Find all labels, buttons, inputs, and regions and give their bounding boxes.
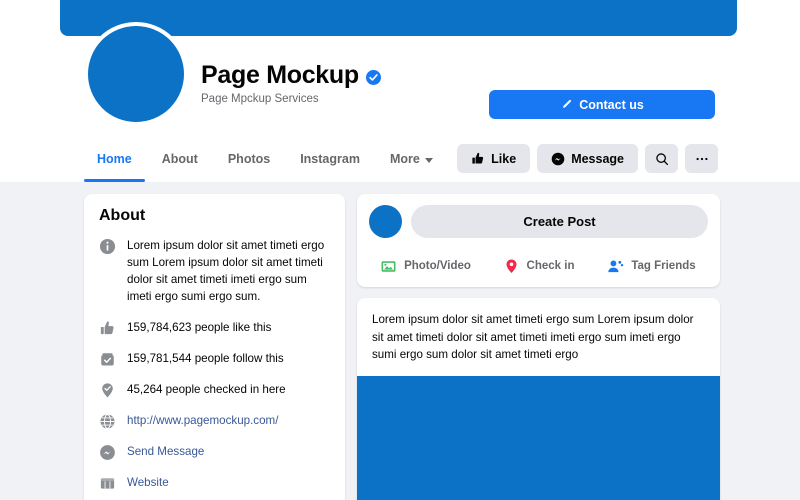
about-send-message-link[interactable]: Send Message — [127, 443, 204, 460]
tab-home[interactable]: Home — [84, 136, 145, 182]
about-likes-row: 159,784,623 people like this — [99, 319, 330, 337]
post-card: Lorem ipsum dolor sit amet timeti ergo s… — [357, 298, 720, 500]
create-post-card: Create Post Photo/Video Check in Tag Fri… — [357, 194, 720, 287]
about-follows-count: 159,781,544 people follow this — [127, 351, 284, 365]
page-action-buttons: Like Message — [457, 144, 718, 173]
messenger-icon — [99, 444, 116, 461]
tab-about-label: About — [161, 152, 198, 166]
follow-icon — [99, 351, 116, 368]
about-card-title: About — [99, 207, 146, 224]
tab-about[interactable]: About — [149, 136, 211, 182]
tag-friends-icon — [607, 258, 624, 275]
check-in-button[interactable]: Check in — [482, 251, 595, 281]
about-website-row[interactable]: Website — [99, 474, 330, 492]
about-website-url[interactable]: http://www.pagemockup.com/ — [127, 412, 278, 429]
post-text: Lorem ipsum dolor sit amet timeti ergo s… — [372, 313, 694, 362]
about-follows-row: 159,781,544 people follow this — [99, 350, 330, 368]
page-subtitle: Page Mpckup Services — [201, 93, 319, 105]
page-navbar: Home About Photos Instagram More Like Me… — [0, 136, 800, 182]
message-button[interactable]: Message — [537, 144, 638, 173]
more-options-button[interactable] — [685, 144, 718, 173]
check-in-label: Check in — [526, 260, 575, 272]
pencil-icon — [560, 99, 572, 111]
profile-avatar-small[interactable] — [369, 205, 402, 238]
facebook-page-mockup: Page Mockup Page Mpckup Services Contact… — [0, 0, 800, 500]
tab-home-label: Home — [97, 152, 132, 166]
page-title: Page Mockup — [201, 61, 359, 89]
info-icon — [99, 238, 116, 255]
page-title-row: Page Mockup — [201, 63, 381, 88]
about-card: About Lorem ipsum dolor sit amet timeti … — [84, 194, 345, 500]
contact-us-button[interactable]: Contact us — [489, 90, 715, 119]
messenger-icon — [551, 152, 565, 166]
create-post-actions: Photo/Video Check in Tag Friends — [369, 247, 708, 281]
browser-window-icon — [99, 475, 116, 492]
tag-friends-label: Tag Friends — [631, 260, 696, 272]
more-options-icon — [695, 152, 709, 166]
profile-avatar[interactable] — [84, 22, 188, 126]
tab-more[interactable]: More — [377, 136, 446, 182]
tab-photos[interactable]: Photos — [215, 136, 283, 182]
search-button[interactable] — [645, 144, 678, 173]
verified-check-icon — [365, 69, 381, 85]
tab-photos-label: Photos — [227, 152, 271, 166]
location-pin-icon — [99, 382, 116, 399]
about-website-link[interactable]: Website — [127, 474, 169, 491]
photo-video-icon — [380, 258, 397, 275]
like-button[interactable]: Like — [457, 144, 531, 173]
about-checkins-count: 45,264 people checked in here — [127, 382, 286, 396]
photo-video-label: Photo/Video — [404, 260, 471, 272]
about-description: Lorem ipsum dolor sit amet timeti ergo s… — [127, 239, 325, 304]
location-pin-icon — [503, 258, 520, 275]
about-checkins-row: 45,264 people checked in here — [99, 381, 330, 399]
thumbs-up-icon — [99, 320, 116, 337]
profile-identity: Page Mockup Page Mpckup Services — [201, 63, 381, 105]
tab-more-label: More — [389, 152, 420, 166]
message-label: Message — [571, 151, 624, 166]
left-column: About Lorem ipsum dolor sit amet timeti … — [84, 194, 345, 500]
create-post-top: Create Post — [369, 205, 708, 238]
tag-friends-button[interactable]: Tag Friends — [595, 251, 708, 281]
about-send-message-row[interactable]: Send Message — [99, 443, 330, 461]
about-website-url-row[interactable]: http://www.pagemockup.com/ — [99, 412, 330, 430]
about-description-row: Lorem ipsum dolor sit amet timeti ergo s… — [99, 237, 330, 306]
tab-instagram[interactable]: Instagram — [287, 136, 373, 182]
chevron-down-icon — [424, 157, 433, 163]
right-column: Create Post Photo/Video Check in Tag Fri… — [357, 194, 720, 500]
search-icon — [655, 152, 669, 166]
tab-instagram-label: Instagram — [300, 152, 360, 166]
photo-video-button[interactable]: Photo/Video — [369, 251, 482, 281]
about-likes-count: 159,784,623 people like this — [127, 320, 272, 334]
post-image[interactable] — [357, 375, 720, 500]
contact-us-label: Contact us — [579, 97, 644, 112]
nav-tabs: Home About Photos Instagram More — [84, 136, 446, 182]
thumbs-up-icon — [471, 152, 485, 166]
globe-icon — [99, 413, 116, 430]
create-post-input[interactable]: Create Post — [411, 205, 708, 238]
like-label: Like — [491, 151, 517, 166]
